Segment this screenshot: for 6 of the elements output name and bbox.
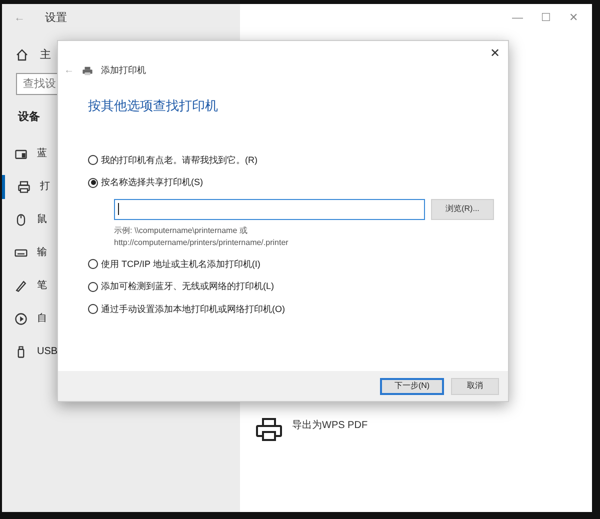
section-heading: 设备 (18, 110, 41, 125)
example-text: http://computername/printers/printername/.printer (114, 236, 290, 248)
dialog-heading: 按其他选项查找打印机 (88, 97, 219, 115)
window-title: 设置 (45, 10, 67, 26)
dialog-title: 添加打印机 (101, 64, 146, 77)
example-text: 示例: \\computername\printername 或 (114, 224, 248, 236)
